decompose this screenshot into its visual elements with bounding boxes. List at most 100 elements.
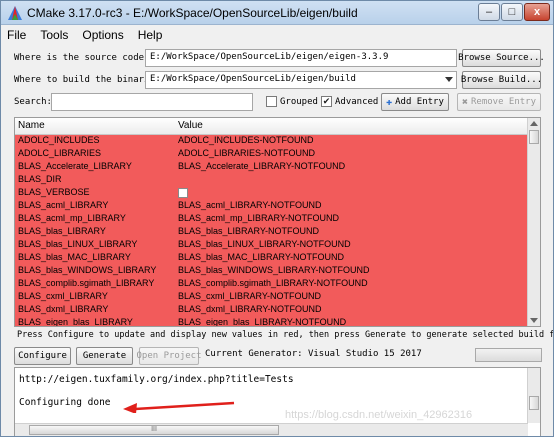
build-path-combobox[interactable]: E:/WorkSpace/OpenSourceLib/eigen/build xyxy=(145,71,457,89)
add-icon: ✚ xyxy=(386,96,393,108)
table-row[interactable]: BLAS_VERBOSE xyxy=(15,187,528,200)
scrollbar-thumb[interactable] xyxy=(529,396,539,410)
cache-entry-value[interactable]: BLAS_acml_LIBRARY-NOTFOUND xyxy=(178,200,322,210)
grouped-label: Grouped xyxy=(280,97,318,107)
generate-button[interactable]: Generate xyxy=(76,347,133,365)
scrollbar-thumb[interactable]: III xyxy=(29,425,279,435)
cache-entry-name: BLAS_Accelerate_LIBRARY xyxy=(18,161,132,171)
cache-entry-value[interactable]: BLAS_blas_WINDOWS_LIBRARY-NOTFOUND xyxy=(178,265,370,275)
window-title: CMake 3.17.0-rc3 - E:/WorkSpace/OpenSour… xyxy=(27,6,358,20)
menu-help[interactable]: Help xyxy=(138,28,163,42)
cache-entry-value[interactable]: BLAS_dxml_LIBRARY-NOTFOUND xyxy=(178,304,322,314)
menu-file[interactable]: File xyxy=(7,28,26,42)
cache-entry-value[interactable]: BLAS_blas_LINUX_LIBRARY-NOTFOUND xyxy=(178,239,351,249)
table-row[interactable]: BLAS_blas_WINDOWS_LIBRARY BLAS_blas_WINDO… xyxy=(15,265,528,278)
cache-entry-name: BLAS_DIR xyxy=(18,174,62,184)
table-row[interactable]: BLAS_acml_LIBRARY BLAS_acml_LIBRARY-NOTFO… xyxy=(15,200,528,213)
cache-entry-name: BLAS_eigen_blas_LIBRARY xyxy=(18,317,133,326)
table-row[interactable]: BLAS_Accelerate_LIBRARY BLAS_Accelerate_L… xyxy=(15,161,528,174)
scrollbar-thumb[interactable] xyxy=(529,130,539,144)
column-header-value[interactable]: Value xyxy=(178,120,203,131)
current-generator: Current Generator: Visual Studio 15 2017 xyxy=(205,349,422,359)
cmake-logo-icon xyxy=(8,6,22,20)
cache-entry-name: BLAS_cxml_LIBRARY xyxy=(18,291,108,301)
open-project-button[interactable]: Open Project xyxy=(136,347,202,365)
log-vertical-scrollbar[interactable] xyxy=(527,368,540,423)
menu-options[interactable]: Options xyxy=(82,28,123,42)
grouped-checkbox[interactable] xyxy=(266,96,277,107)
cache-entry-name: BLAS_blas_WINDOWS_LIBRARY xyxy=(18,265,157,275)
table-row[interactable]: ADOLC_INCLUDES ADOLC_INCLUDES-NOTFOUND xyxy=(15,135,528,148)
add-entry-button[interactable]: ✚ Add Entry xyxy=(381,93,449,111)
cache-entry-name: BLAS_VERBOSE xyxy=(18,187,90,197)
log-line: Configuring done xyxy=(19,397,111,408)
remove-icon: ✖ xyxy=(461,96,468,108)
build-path-value: E:/WorkSpace/OpenSourceLib/eigen/build xyxy=(150,74,356,84)
advanced-label: Advanced xyxy=(335,97,379,107)
table-vertical-scrollbar[interactable] xyxy=(527,118,540,326)
remove-entry-label: Remove Entry xyxy=(471,97,537,107)
cache-entry-name: BLAS_dxml_LIBRARY xyxy=(18,304,109,314)
browse-source-button[interactable]: Browse Source... xyxy=(458,49,545,67)
progress-bar xyxy=(475,348,542,362)
menu-tools[interactable]: Tools xyxy=(40,28,68,42)
cache-entry-name: BLAS_blas_MAC_LIBRARY xyxy=(18,252,131,262)
log-horizontal-scrollbar[interactable]: III xyxy=(15,423,528,436)
cache-table: Name Value ADOLC_INCLUDES ADOLC_INCLUDES-… xyxy=(14,117,541,327)
remove-entry-button[interactable]: ✖ Remove Entry xyxy=(457,93,541,111)
table-row[interactable]: BLAS_eigen_blas_LIBRARY BLAS_eigen_blas_L… xyxy=(15,317,528,326)
cache-entry-value[interactable]: BLAS_complib.sgimath_LIBRARY-NOTFOUND xyxy=(178,278,368,288)
red-arrow-annotation xyxy=(123,401,235,413)
table-header: Name Value xyxy=(15,118,528,135)
table-row[interactable]: BLAS_blas_LIBRARY BLAS_blas_LIBRARY-NOTFO… xyxy=(15,226,528,239)
log-line: http://eigen.tuxfamily.org/index.php?tit… xyxy=(19,374,294,385)
cache-entry-name: BLAS_blas_LINUX_LIBRARY xyxy=(18,239,138,249)
cache-entry-value[interactable]: BLAS_cxml_LIBRARY-NOTFOUND xyxy=(178,291,321,301)
cmake-window: CMake 3.17.0-rc3 - E:/WorkSpace/OpenSour… xyxy=(0,0,554,437)
table-row[interactable]: BLAS_blas_LINUX_LIBRARY BLAS_blas_LINUX_L… xyxy=(15,239,528,252)
menu-bar: File Tools Options Help xyxy=(1,25,553,44)
close-button[interactable]: x xyxy=(524,3,550,21)
chevron-down-icon[interactable] xyxy=(445,77,453,82)
minimize-button[interactable]: – xyxy=(478,3,500,21)
cache-entry-checkbox[interactable] xyxy=(178,188,188,198)
cache-entry-value[interactable]: BLAS_acml_mp_LIBRARY-NOTFOUND xyxy=(178,213,339,223)
scroll-down-icon[interactable] xyxy=(530,318,538,323)
configure-button[interactable]: Configure xyxy=(14,347,71,365)
table-row[interactable]: BLAS_dxml_LIBRARY BLAS_dxml_LIBRARY-NOTFO… xyxy=(15,304,528,317)
cache-entry-name: ADOLC_INCLUDES xyxy=(18,135,100,145)
cache-entry-value[interactable]: ADOLC_LIBRARIES-NOTFOUND xyxy=(178,148,315,158)
title-bar[interactable]: CMake 3.17.0-rc3 - E:/WorkSpace/OpenSour… xyxy=(1,1,553,25)
maximize-button[interactable]: □ xyxy=(501,3,523,21)
cache-entry-value[interactable]: BLAS_blas_MAC_LIBRARY-NOTFOUND xyxy=(178,252,344,262)
output-log[interactable]: http://eigen.tuxfamily.org/index.php?tit… xyxy=(14,367,541,436)
cache-entry-value[interactable]: BLAS_blas_LIBRARY-NOTFOUND xyxy=(178,226,319,236)
table-row[interactable]: BLAS_acml_mp_LIBRARY BLAS_acml_mp_LIBRARY… xyxy=(15,213,528,226)
column-header-name[interactable]: Name xyxy=(18,120,45,131)
cache-entry-name: BLAS_acml_mp_LIBRARY xyxy=(18,213,126,223)
table-row[interactable]: BLAS_DIR xyxy=(15,174,528,187)
table-body: ADOLC_INCLUDES ADOLC_INCLUDES-NOTFOUND ADO… xyxy=(15,135,528,326)
cache-entry-name: BLAS_complib.sgimath_LIBRARY xyxy=(18,278,155,288)
table-row[interactable]: ADOLC_LIBRARIES ADOLC_LIBRARIES-NOTFOUND xyxy=(15,148,528,161)
advanced-checkbox[interactable] xyxy=(321,96,332,107)
source-path-input[interactable]: E:/WorkSpace/OpenSourceLib/eigen/eigen-3… xyxy=(145,49,457,67)
cache-entry-name: BLAS_blas_LIBRARY xyxy=(18,226,106,236)
source-label: Where is the source code: xyxy=(14,53,150,63)
scroll-up-icon[interactable] xyxy=(530,121,538,126)
cache-entry-name: BLAS_acml_LIBRARY xyxy=(18,200,109,210)
configure-hint: Press Configure to update and display ne… xyxy=(17,330,554,340)
search-input[interactable] xyxy=(51,93,253,111)
cache-entry-value[interactable]: BLAS_eigen_blas_LIBRARY-NOTFOUND xyxy=(178,317,346,326)
cache-entry-value[interactable]: ADOLC_INCLUDES-NOTFOUND xyxy=(178,135,314,145)
table-row[interactable]: BLAS_complib.sgimath_LIBRARY BLAS_complib… xyxy=(15,278,528,291)
binaries-label: Where to build the binaries: xyxy=(14,75,166,85)
browse-build-button[interactable]: Browse Build... xyxy=(461,71,542,89)
table-row[interactable]: BLAS_cxml_LIBRARY BLAS_cxml_LIBRARY-NOTFO… xyxy=(15,291,528,304)
search-label: Search: xyxy=(14,97,52,107)
cache-entry-value[interactable]: BLAS_Accelerate_LIBRARY-NOTFOUND xyxy=(178,161,345,171)
table-row[interactable]: BLAS_blas_MAC_LIBRARY BLAS_blas_MAC_LIBRA… xyxy=(15,252,528,265)
cache-entry-name: ADOLC_LIBRARIES xyxy=(18,148,102,158)
add-entry-label: Add Entry xyxy=(395,97,444,107)
watermark: https://blog.csdn.net/weixin_42962316 xyxy=(285,409,473,421)
